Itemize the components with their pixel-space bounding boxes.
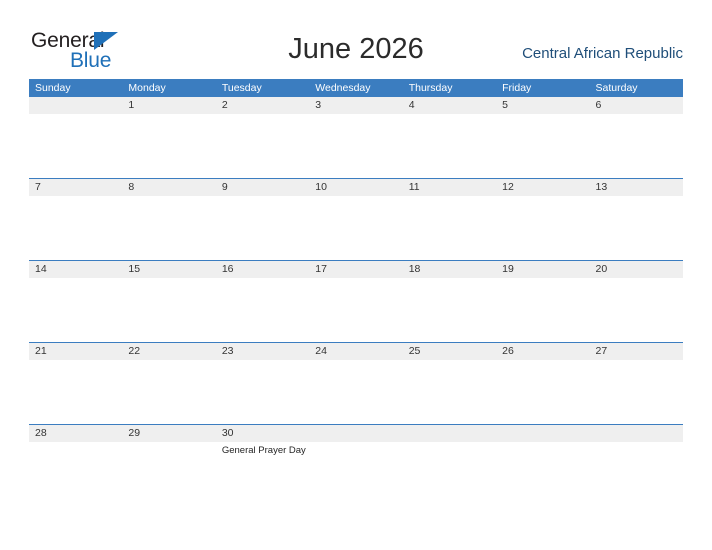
day-number: 11: [408, 181, 420, 193]
calendar-week-row: 21 22 23 24 25 26 27: [29, 342, 683, 424]
day-number: 5: [502, 99, 508, 111]
day-number: 2: [221, 99, 228, 111]
calendar-week-row: 7 8 9 10 11 12 13: [29, 178, 683, 260]
calendar-day-cell[interactable]: 4: [403, 97, 496, 178]
calendar-day-cell[interactable]: 22: [122, 343, 215, 424]
weekday-header-monday: Monday: [128, 82, 166, 94]
calendar-day-cell[interactable]: 17: [309, 261, 402, 342]
weekday-header-saturday: Saturday: [595, 82, 638, 94]
calendar-day-cell[interactable]: 29: [122, 425, 215, 506]
day-number: 18: [408, 263, 421, 275]
day-number: 21: [35, 345, 47, 357]
week-cells: 1 2 3 4 5 6: [29, 97, 683, 178]
day-number: 29: [128, 427, 141, 439]
calendar-day-cell[interactable]: 21: [29, 343, 122, 424]
day-number: 30: [221, 427, 234, 439]
day-number: 25: [408, 345, 421, 357]
calendar-day-cell-empty: [590, 425, 683, 506]
calendar-day-cell-empty: [309, 425, 402, 506]
day-number: 26: [502, 345, 514, 357]
week-cells: 7 8 9 10 11 12 13: [29, 179, 683, 260]
day-number: 28: [35, 427, 47, 439]
weekday-header-wednesday: Wednesday: [315, 82, 371, 94]
day-events: General Prayer Day: [222, 442, 309, 457]
day-number: 22: [128, 345, 141, 357]
day-number: 27: [595, 345, 608, 357]
day-number: 12: [502, 181, 514, 193]
calendar-grid: Sunday Monday Tuesday Wednesday Thursday…: [29, 79, 683, 506]
day-number: 19: [502, 263, 514, 275]
calendar-day-cell[interactable]: 23: [216, 343, 309, 424]
day-number: 14: [35, 263, 47, 275]
week-cells: 14 15 16 17 18 19 20: [29, 261, 683, 342]
calendar-day-cell[interactable]: 25: [403, 343, 496, 424]
calendar-day-cell[interactable]: 11: [403, 179, 496, 260]
day-number: 16: [221, 263, 234, 275]
day-number: 17: [315, 263, 327, 275]
week-cells: 21 22 23 24 25 26 27: [29, 343, 683, 424]
calendar-day-cell[interactable]: 2: [216, 97, 309, 178]
weekday-header-friday: Friday: [502, 82, 532, 94]
calendar-day-cell[interactable]: 15: [122, 261, 215, 342]
calendar-day-cell-empty: [29, 97, 122, 178]
day-number: 24: [315, 345, 327, 357]
calendar-day-cell[interactable]: 10: [309, 179, 402, 260]
calendar-week-row: 1 2 3 4 5 6: [29, 97, 683, 178]
day-number: 3: [315, 99, 322, 111]
calendar-day-cell[interactable]: 5: [496, 97, 589, 178]
weekday-header-row: Sunday Monday Tuesday Wednesday Thursday…: [29, 79, 683, 97]
calendar-day-cell[interactable]: 14: [29, 261, 122, 342]
page-header: General Blue June 2026 Central African R…: [0, 0, 712, 78]
weekday-header-sunday: Sunday: [35, 82, 71, 94]
day-number: 15: [128, 263, 141, 275]
calendar-day-cell[interactable]: 3: [309, 97, 402, 178]
weekday-header-thursday: Thursday: [408, 82, 453, 94]
day-event-label: General Prayer Day: [221, 445, 306, 456]
calendar-week-row: 28 29 30 General Prayer Day: [29, 424, 683, 506]
day-number: 4: [408, 99, 415, 111]
calendar-day-cell[interactable]: 13: [590, 179, 683, 260]
calendar-weeks: 1 2 3 4 5 6 7 8 9 10 11 12 13 14 15 16 17 18 19 20 21 22 23 24 2…: [29, 97, 683, 506]
calendar-day-cell[interactable]: 24: [309, 343, 402, 424]
week-cells: 28 29 30 General Prayer Day: [29, 425, 683, 506]
calendar-day-cell[interactable]: 20: [590, 261, 683, 342]
calendar-day-cell[interactable]: 7: [29, 179, 122, 260]
calendar-day-cell[interactable]: 8: [122, 179, 215, 260]
calendar-day-cell[interactable]: 19: [496, 261, 589, 342]
calendar-week-row: 14 15 16 17 18 19 20: [29, 260, 683, 342]
calendar-day-cell[interactable]: 27: [590, 343, 683, 424]
day-number: 6: [595, 99, 602, 111]
calendar-day-cell[interactable]: 6: [590, 97, 683, 178]
day-number: 13: [595, 181, 608, 193]
day-number: 10: [315, 181, 327, 193]
calendar-day-cell[interactable]: 30 General Prayer Day: [216, 425, 309, 506]
day-number: 23: [221, 345, 234, 357]
calendar-day-cell[interactable]: 9: [216, 179, 309, 260]
day-number: 1: [128, 99, 135, 111]
day-number: 20: [595, 263, 608, 275]
day-number: 9: [221, 181, 228, 193]
calendar-day-cell[interactable]: 28: [29, 425, 122, 506]
calendar-day-cell[interactable]: 26: [496, 343, 589, 424]
region-label: Central African Republic: [522, 45, 683, 62]
calendar-day-cell-empty: [403, 425, 496, 506]
weekday-header-tuesday: Tuesday: [221, 82, 262, 94]
calendar-day-cell-empty: [496, 425, 589, 506]
calendar-day-cell[interactable]: 12: [496, 179, 589, 260]
calendar-day-cell[interactable]: 18: [403, 261, 496, 342]
calendar-day-cell[interactable]: 16: [216, 261, 309, 342]
day-number: 8: [128, 181, 135, 193]
calendar-day-cell[interactable]: 1: [122, 97, 215, 178]
day-number: 7: [35, 181, 41, 193]
